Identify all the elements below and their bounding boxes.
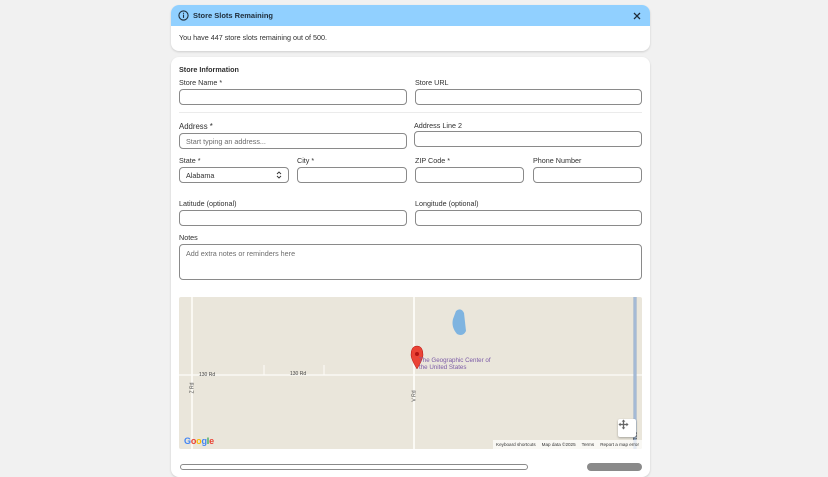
address-label: Address * xyxy=(179,122,213,131)
banner-title: Store Slots Remaining xyxy=(193,11,274,20)
state-select[interactable]: Alabama xyxy=(179,167,289,183)
state-value: Alabama xyxy=(186,170,215,180)
address-input[interactable]: Start typing an address... xyxy=(179,133,407,149)
latitude-label: Latitude (optional) xyxy=(179,199,237,208)
store-url-input[interactable] xyxy=(415,89,642,105)
map-fullscreen-button[interactable] xyxy=(618,419,636,437)
phone-input[interactable] xyxy=(533,167,642,183)
address-line2-label: Address Line 2 xyxy=(414,121,462,130)
zip-input[interactable] xyxy=(415,167,524,183)
keyboard-shortcuts-link[interactable]: Keyboard shortcuts xyxy=(496,442,536,447)
map-roads xyxy=(179,297,642,449)
report-map-error-link[interactable]: Report a map error xyxy=(600,442,639,447)
address-placeholder: Start typing an address... xyxy=(186,136,266,146)
address-line2-input[interactable] xyxy=(414,131,642,147)
terms-link[interactable]: Terms xyxy=(582,442,595,447)
longitude-label: Longitude (optional) xyxy=(415,199,479,208)
poi-label: The Geographic Center of the United Stat… xyxy=(419,357,491,371)
store-name-label: Store Name * xyxy=(179,78,223,87)
store-name-input[interactable] xyxy=(179,89,407,105)
notes-label: Notes xyxy=(179,233,198,242)
city-label: City * xyxy=(297,156,315,165)
divider xyxy=(179,112,642,113)
phone-label: Phone Number xyxy=(533,156,582,165)
fullscreen-icon xyxy=(618,419,629,430)
store-url-label: Store URL xyxy=(415,78,449,87)
close-icon xyxy=(633,12,641,19)
road-label: 130 Rd xyxy=(290,371,307,377)
banner-header: Store Slots Remaining xyxy=(171,5,650,26)
select-arrows-icon xyxy=(276,171,282,179)
info-icon xyxy=(178,10,189,21)
slots-banner: Store Slots Remaining You have 447 store… xyxy=(171,5,650,51)
map-data-text: Map data ©2025 xyxy=(541,442,576,447)
zip-label: ZIP Code * xyxy=(415,156,451,165)
bottom-input[interactable] xyxy=(180,464,528,470)
latitude-input[interactable] xyxy=(179,210,407,226)
notes-textarea[interactable]: Add extra notes or reminders here xyxy=(179,244,642,280)
road-label: 130 Rd xyxy=(199,372,216,378)
bottom-button[interactable] xyxy=(587,463,642,471)
road-label: Z Rd xyxy=(189,382,196,394)
section-title: Store Information xyxy=(179,65,239,74)
city-input[interactable] xyxy=(297,167,407,183)
google-logo[interactable]: Google xyxy=(184,436,214,446)
lake xyxy=(452,309,466,335)
map-attribution: Keyboard shortcuts Map data ©2025 Terms … xyxy=(493,440,642,449)
notes-placeholder: Add extra notes or reminders here xyxy=(186,249,296,258)
state-label: State * xyxy=(179,156,201,165)
close-banner-button[interactable] xyxy=(631,10,643,22)
road-label: V Rd xyxy=(411,390,418,402)
longitude-input[interactable] xyxy=(415,210,642,226)
store-form-card: Store Information Store Name * Store URL… xyxy=(171,57,650,477)
location-map[interactable]: The Geographic Center of the United Stat… xyxy=(179,297,642,449)
banner-message: You have 447 store slots remaining out o… xyxy=(179,33,327,42)
